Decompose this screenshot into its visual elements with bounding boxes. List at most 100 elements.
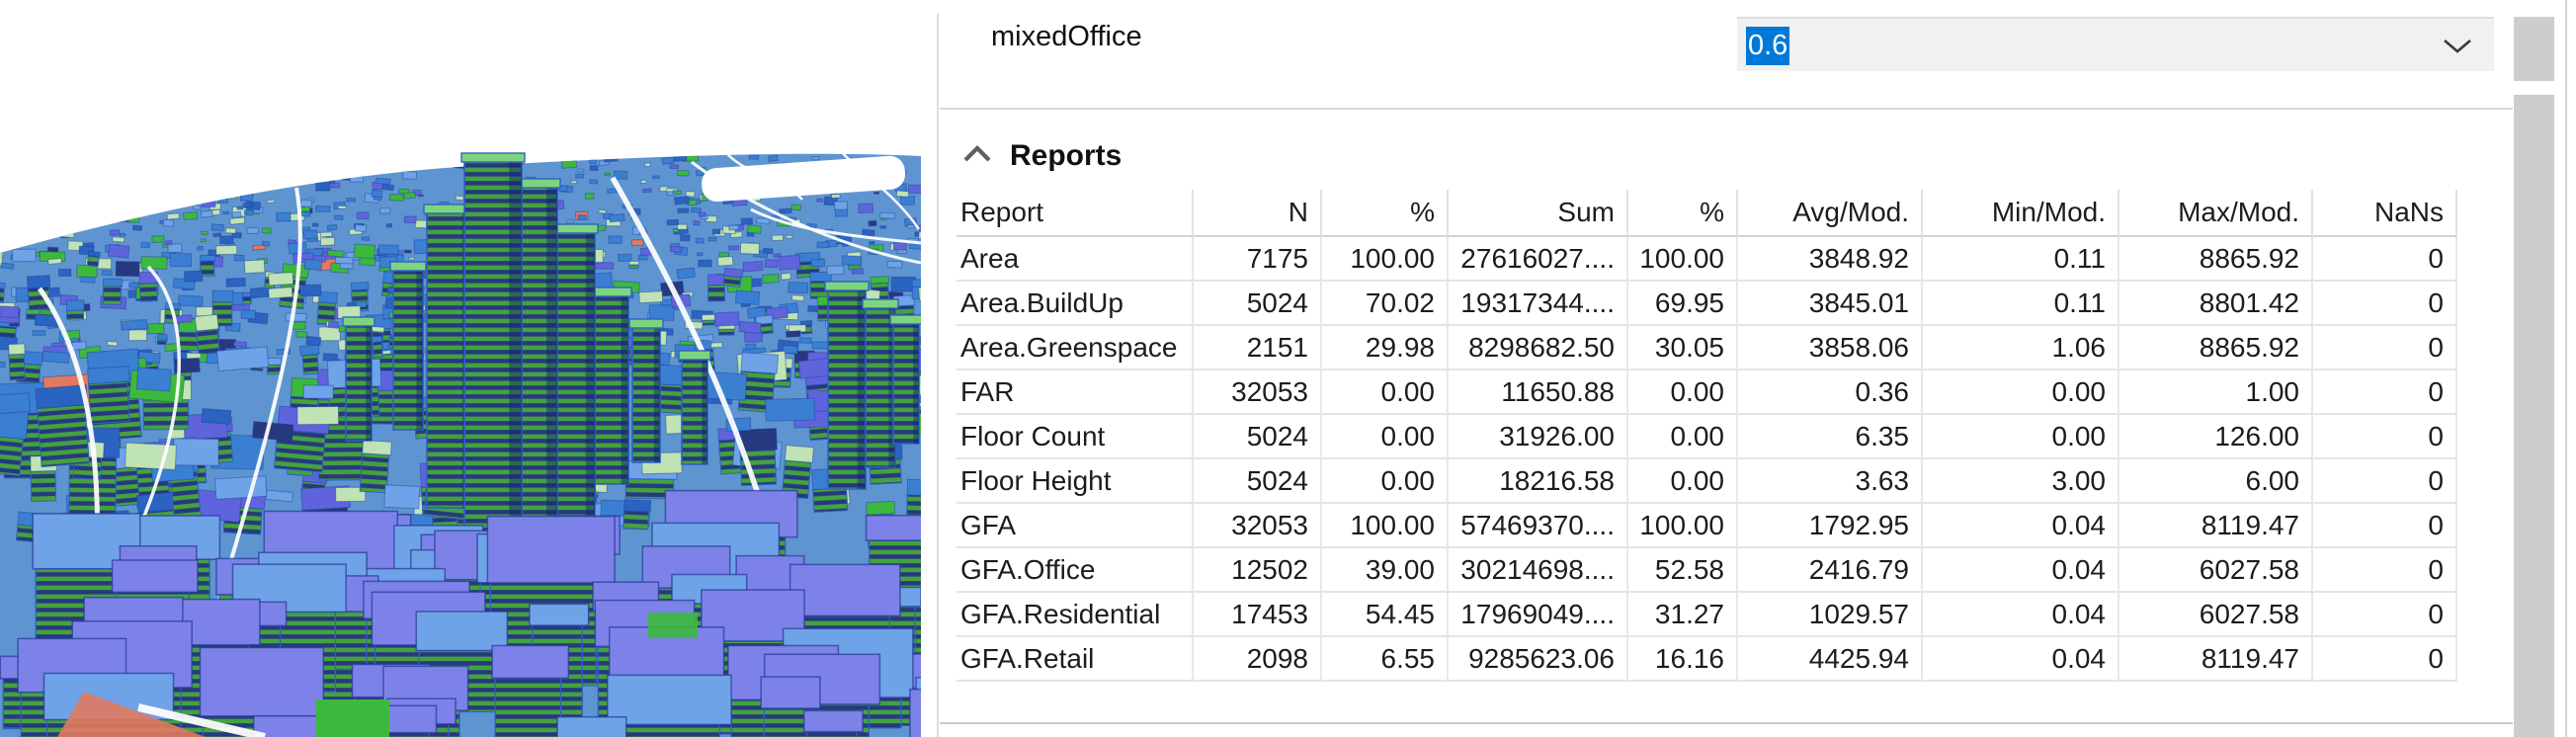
table-cell: 0.00 (1322, 459, 1449, 504)
chevron-down-icon (2444, 40, 2471, 53)
table-cell: 39.00 (1322, 548, 1449, 593)
table-cell: 8801.42 (2119, 282, 2313, 326)
table-cell: 19317344.... (1449, 282, 1628, 326)
table-cell: GFA.Residential (956, 593, 1194, 637)
city-3d-render (0, 152, 921, 737)
table-cell: 126.00 (2119, 415, 2313, 459)
table-cell: 0.00 (1923, 415, 2119, 459)
table-cell: 0 (2313, 237, 2457, 282)
table-cell: 5024 (1194, 415, 1322, 459)
table-cell: 3.63 (1738, 459, 1923, 504)
table-cell: 6.55 (1322, 637, 1449, 682)
table-cell: 52.58 (1628, 548, 1738, 593)
table-cell: 2151 (1194, 326, 1322, 370)
table-cell: 5024 (1194, 282, 1322, 326)
table-cell: 32053 (1194, 504, 1322, 548)
table-cell: 1029.57 (1738, 593, 1923, 637)
column-header: % (1628, 190, 1738, 237)
table-cell: 0 (2313, 282, 2457, 326)
table-cell: Floor Height (956, 459, 1194, 504)
reports-table: Report N% Sum% Avg/Mod. Min/Mod. Max/Mod. NaNs… (956, 190, 2457, 682)
table-cell: 8119.47 (2119, 637, 2313, 682)
table-cell: 0 (2313, 504, 2457, 548)
section-separator (940, 108, 2513, 110)
table-cell: 0.00 (1628, 459, 1738, 504)
column-header: Avg/Mod. (1738, 190, 1923, 237)
table-cell: Floor Count (956, 415, 1194, 459)
table-cell: 2416.79 (1738, 548, 1923, 593)
column-header: Sum (1449, 190, 1628, 237)
table-cell: 54.45 (1322, 593, 1449, 637)
table-cell: 0.04 (1923, 504, 2119, 548)
table-cell: 3858.06 (1738, 326, 1923, 370)
table-cell: 11650.88 (1449, 370, 1628, 415)
table-cell: 100.00 (1628, 504, 1738, 548)
table-cell: 0 (2313, 637, 2457, 682)
table-cell: 9285623.06 (1449, 637, 1628, 682)
table-cell: 0 (2313, 415, 2457, 459)
parameters-scrollbar-thumb[interactable] (2514, 17, 2554, 81)
table-cell: 1.00 (2119, 370, 2313, 415)
table-cell: 1.06 (1923, 326, 2119, 370)
panel-divider (937, 14, 939, 737)
table-cell: 17453 (1194, 593, 1322, 637)
table-cell: 8298682.50 (1449, 326, 1628, 370)
table-cell: 100.00 (1628, 237, 1738, 282)
parameter-label: mixedOffice (991, 21, 1142, 52)
table-cell: 5024 (1194, 459, 1322, 504)
table-cell: 0.00 (1322, 370, 1449, 415)
table-cell: 100.00 (1322, 237, 1449, 282)
reports-section-title: Reports (1010, 139, 1122, 172)
table-cell: 8119.47 (2119, 504, 2313, 548)
table-cell: 1792.95 (1738, 504, 1923, 548)
column-header: Report (956, 190, 1194, 237)
table-cell: 8865.92 (2119, 237, 2313, 282)
table-cell: FAR (956, 370, 1194, 415)
column-header: NaNs (2313, 190, 2457, 237)
table-cell: 30214698.... (1449, 548, 1628, 593)
table-cell: 31926.00 (1449, 415, 1628, 459)
table-cell: 31.27 (1628, 593, 1738, 637)
table-cell: 4425.94 (1738, 637, 1923, 682)
table-cell: Area (956, 237, 1194, 282)
table-cell: 7175 (1194, 237, 1322, 282)
table-cell: 2098 (1194, 637, 1322, 682)
chevron-up-icon[interactable] (962, 145, 992, 163)
3d-viewport[interactable] (0, 59, 921, 737)
table-cell: GFA (956, 504, 1194, 548)
table-cell: 8865.92 (2119, 326, 2313, 370)
table-cell: 6027.58 (2119, 593, 2313, 637)
table-cell: 6.00 (2119, 459, 2313, 504)
parameter-value-combobox[interactable]: 0.6 (1737, 17, 2494, 71)
table-cell: 100.00 (1322, 504, 1449, 548)
column-header: N (1194, 190, 1322, 237)
table-cell: 6.35 (1738, 415, 1923, 459)
reports-scrollbar-thumb[interactable] (2514, 95, 2554, 737)
app-window: mixedOffice 0.6 Reports Report N% Sum% Avg/… (0, 0, 2576, 737)
table-cell: 18216.58 (1449, 459, 1628, 504)
column-header: Min/Mod. (1923, 190, 2119, 237)
table-cell: 57469370.... (1449, 504, 1628, 548)
table-cell: 12502 (1194, 548, 1322, 593)
panel-bottom-border (940, 722, 2513, 724)
table-cell: 16.16 (1628, 637, 1738, 682)
table-cell: 0.11 (1923, 282, 2119, 326)
table-cell: 0 (2313, 459, 2457, 504)
table-cell: 29.98 (1322, 326, 1449, 370)
window-edge (2565, 0, 2567, 737)
table-cell: GFA.Retail (956, 637, 1194, 682)
table-cell: 3.00 (1923, 459, 2119, 504)
table-cell: 27616027.... (1449, 237, 1628, 282)
table-cell: 0 (2313, 370, 2457, 415)
table-cell: 32053 (1194, 370, 1322, 415)
table-cell: 0.04 (1923, 593, 2119, 637)
table-cell: 30.05 (1628, 326, 1738, 370)
table-cell: 0 (2313, 593, 2457, 637)
column-header: % (1322, 190, 1449, 237)
table-cell: 0.36 (1738, 370, 1923, 415)
table-cell: 0 (2313, 326, 2457, 370)
table-cell: Area.BuildUp (956, 282, 1194, 326)
table-cell: 0.11 (1923, 237, 2119, 282)
table-cell: 6027.58 (2119, 548, 2313, 593)
column-header: Max/Mod. (2119, 190, 2313, 237)
